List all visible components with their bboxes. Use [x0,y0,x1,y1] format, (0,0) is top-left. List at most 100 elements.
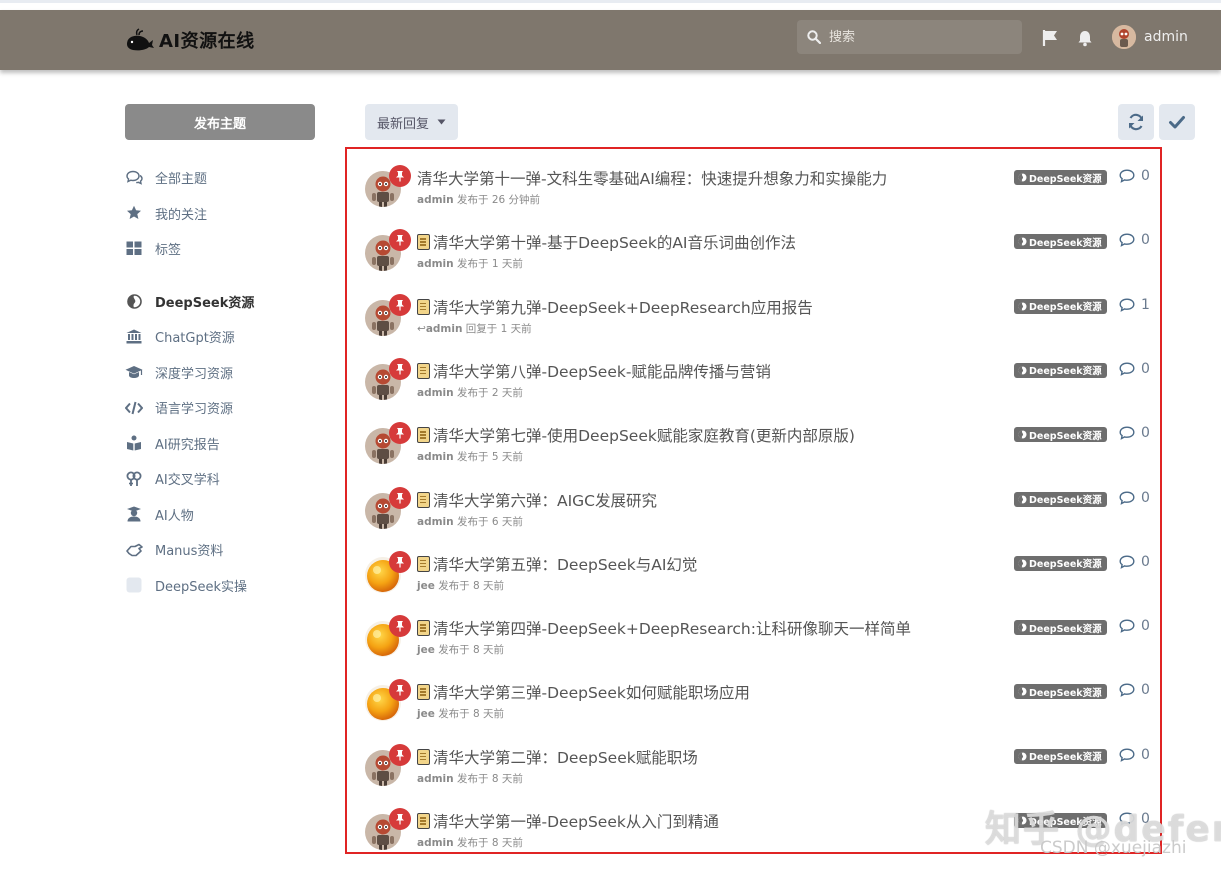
mark-all-read-button[interactable] [1159,104,1195,140]
topic-title-link[interactable]: 清华大学第九弹-DeepSeek+DeepResearch应用报告 [417,296,813,318]
logo[interactable]: AI资源在线 [125,26,255,54]
topic-row[interactable]: 清华大学第三弹-DeepSeek如何赋能职场应用 jee 发布于 8 天前 Deep… [365,679,1155,737]
topic-author[interactable]: admin [417,837,454,849]
user-menu[interactable]: admin [1112,25,1188,49]
topic-tag[interactable]: DeepSeek资源 [1014,491,1107,507]
topic-row[interactable]: 清华大学第四弹-DeepSeek+DeepResearch:让科研像聊天一样简单… [365,615,1155,673]
deepseek-tag-icon [1018,623,1027,632]
reply-count[interactable]: 0 [1119,232,1150,248]
sidebar-item-ai-cross[interactable]: AI交叉学科 [125,461,325,497]
topic-meta: jee 发布于 8 天前 [417,578,504,593]
bank-icon [125,328,143,346]
topic-action: 发布于 [456,837,489,849]
topic-author[interactable]: jee [417,708,435,720]
venn-icon [125,470,143,488]
document-icon [417,427,430,444]
sidebar-item-chatgpt[interactable]: ChatGpt资源 [125,319,325,355]
deepseek-tag-icon [1018,173,1027,182]
document-icon [417,362,430,379]
topic-author[interactable]: admin [417,451,454,463]
sort-dropdown[interactable]: 最新回复 [365,104,458,140]
logo-text: AI资源在线 [159,31,255,52]
topic-author[interactable]: admin [417,258,454,270]
topic-tag[interactable]: DeepSeek资源 [1014,234,1107,250]
sidebar-item-label: AI研究报告 [155,437,220,453]
sidebar-item-following[interactable]: 我的关注 [125,196,325,232]
reply-count[interactable]: 1 [1119,297,1150,313]
topic-row[interactable]: 清华大学第十弹-基于DeepSeek的AI音乐词曲创作法 admin 发布于 1 … [365,229,1155,287]
topic-tag[interactable]: DeepSeek资源 [1014,748,1107,764]
topic-tag[interactable]: DeepSeek资源 [1014,620,1107,636]
new-topic-button[interactable]: 发布主题 [125,104,315,140]
topic-author[interactable]: admin [417,387,454,399]
topic-title-link[interactable]: 清华大学第五弹：DeepSeek与AI幻觉 [417,553,697,575]
topic-tag[interactable]: DeepSeek资源 [1014,427,1107,443]
topic-row[interactable]: 清华大学第五弹：DeepSeek与AI幻觉 jee 发布于 8 天前 DeepSee… [365,550,1155,609]
sidebar-item-ai-people[interactable]: AI人物 [125,497,325,533]
topic-row[interactable]: 清华大学第六弹：AIGC发展研究 admin 发布于 6 天前 DeepSeek资源… [365,486,1155,545]
deepseek-tag-icon [1018,559,1027,568]
topic-title-link[interactable]: 清华大学第一弹-DeepSeek从入门到精通 [417,810,719,832]
sidebar-item-ai-report[interactable]: AI研究报告 [125,426,325,462]
search-input[interactable] [827,28,1011,46]
sidebar-item-manus[interactable]: Manus资料 [125,532,325,568]
sidebar-item-deepseek[interactable]: DeepSeek资源 [125,284,325,320]
topic-title: 清华大学第二弹：DeepSeek赋能职场 [433,748,698,767]
sidebar-item-tags[interactable]: 标签 [125,231,325,267]
topic-title-link[interactable]: 清华大学第四弹-DeepSeek+DeepResearch:让科研像聊天一样简单 [417,617,911,639]
topic-row[interactable]: 清华大学第十一弹-文科生零基础AI编程：快速提升想象力和实操能力 admin 发布… [365,165,1155,223]
sidebar-item-language[interactable]: 语言学习资源 [125,390,325,426]
refresh-button[interactable] [1118,104,1154,140]
topic-title-link[interactable]: 清华大学第二弹：DeepSeek赋能职场 [417,746,698,768]
reply-count[interactable]: 0 [1119,361,1150,377]
graduation-cap-icon [125,363,143,381]
refresh-icon [1128,113,1144,131]
sidebar-item-all-topics[interactable]: 全部主题 [125,160,325,196]
topic-title: 清华大学第十弹-基于DeepSeek的AI音乐词曲创作法 [433,234,797,253]
topic-title-link[interactable]: 清华大学第十弹-基于DeepSeek的AI音乐词曲创作法 [417,231,796,253]
topic-author[interactable]: admin [417,516,454,528]
bell-icon[interactable] [1075,28,1095,48]
topic-tag[interactable]: DeepSeek资源 [1014,170,1107,185]
topic-tag[interactable]: DeepSeek资源 [1014,684,1107,700]
nav-separator [125,267,325,284]
topic-meta: admin 发布于 26 分钟前 [417,192,540,207]
reply-count[interactable]: 0 [1119,425,1150,441]
topic-row[interactable]: 清华大学第七弹-使用DeepSeek赋能家庭教育(更新内部原版) admin 发布… [365,422,1155,480]
topic-title-link[interactable]: 清华大学第七弹-使用DeepSeek赋能家庭教育(更新内部原版) [417,424,855,446]
document-icon [417,748,430,765]
topic-tag[interactable]: DeepSeek资源 [1014,555,1107,571]
tag-label: DeepSeek资源 [1029,752,1102,764]
topic-title: 清华大学第四弹-DeepSeek+DeepResearch:让科研像聊天一样简单 [433,620,911,639]
topic-tag[interactable]: DeepSeek资源 [1014,298,1107,314]
tag-label: DeepSeek资源 [1029,687,1102,699]
comment-icon [1119,362,1135,376]
flag-icon[interactable] [1040,28,1060,48]
topic-author[interactable]: admin [417,194,454,206]
topic-author[interactable]: jee [417,580,435,592]
reply-count[interactable]: 0 [1119,168,1150,184]
topic-title-link[interactable]: 清华大学第八弹-DeepSeek-赋能品牌传播与营销 [417,360,771,382]
comment-icon [1119,748,1135,762]
search-box[interactable] [797,20,1022,54]
reply-count-value: 0 [1141,360,1150,377]
topic-row[interactable]: 清华大学第八弹-DeepSeek-赋能品牌传播与营销 admin 发布于 2 天前… [365,357,1155,416]
topic-tag[interactable]: DeepSeek资源 [1014,362,1107,378]
topic-author[interactable]: jee [417,644,435,656]
reply-count[interactable]: 0 [1119,618,1150,634]
topic-title-link[interactable]: 清华大学第三弹-DeepSeek如何赋能职场应用 [417,681,750,703]
topic-title-link[interactable]: 清华大学第十一弹-文科生零基础AI编程：快速提升想象力和实操能力 [417,167,887,189]
topic-row[interactable]: 清华大学第二弹：DeepSeek赋能职场 admin 发布于 8 天前 DeepSe… [365,743,1155,802]
topic-author[interactable]: admin [426,323,463,335]
sidebar-item-deepseek-practice[interactable]: DeepSeek实操 [125,568,325,604]
topic-row[interactable]: 清华大学第九弹-DeepSeek+DeepResearch应用报告 ↩admin … [365,293,1155,352]
topic-author[interactable]: admin [417,773,454,785]
topic-title-link[interactable]: 清华大学第六弹：AIGC发展研究 [417,489,657,511]
reply-count[interactable]: 0 [1119,490,1150,506]
reply-count[interactable]: 0 [1119,554,1150,570]
reply-count-value: 0 [1141,746,1150,763]
topic-meta: admin 发布于 6 天前 [417,514,523,529]
reply-count[interactable]: 0 [1119,682,1150,698]
reply-count[interactable]: 0 [1119,747,1150,763]
sidebar-item-deep-learning[interactable]: 深度学习资源 [125,355,325,391]
